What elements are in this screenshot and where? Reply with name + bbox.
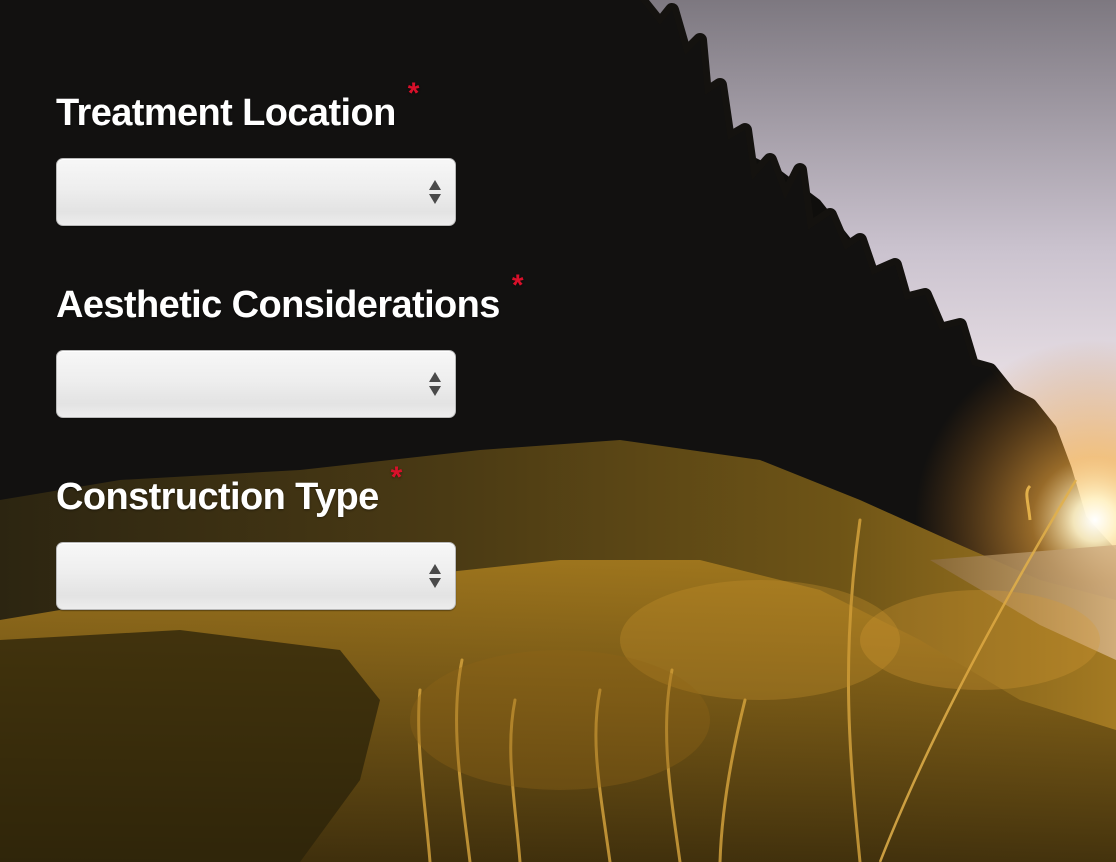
field-label-row: Treatment Location * <box>56 77 576 138</box>
treatment-location-select[interactable] <box>56 158 456 226</box>
required-marker: * <box>407 77 420 110</box>
field-construction-type: Construction Type * <box>56 461 576 610</box>
field-label-row: Construction Type * <box>56 461 576 522</box>
field-label-row: Aesthetic Considerations * <box>56 269 576 330</box>
construction-type-select[interactable] <box>56 542 456 610</box>
up-down-chevron-icon <box>428 179 442 207</box>
up-down-chevron-icon <box>428 371 442 399</box>
page: Treatment Location * Aesthetic Considerat… <box>0 0 1116 862</box>
aesthetic-considerations-label: Aesthetic Considerations * <box>56 269 523 326</box>
field-aesthetic-considerations: Aesthetic Considerations * <box>56 269 576 418</box>
treatment-location-label: Treatment Location * <box>56 77 419 134</box>
required-marker: * <box>390 461 403 494</box>
up-down-chevron-icon <box>428 563 442 591</box>
aesthetic-considerations-select[interactable] <box>56 350 456 418</box>
construction-type-label: Construction Type * <box>56 461 402 518</box>
required-marker: * <box>511 269 524 302</box>
field-treatment-location: Treatment Location * <box>56 77 576 226</box>
